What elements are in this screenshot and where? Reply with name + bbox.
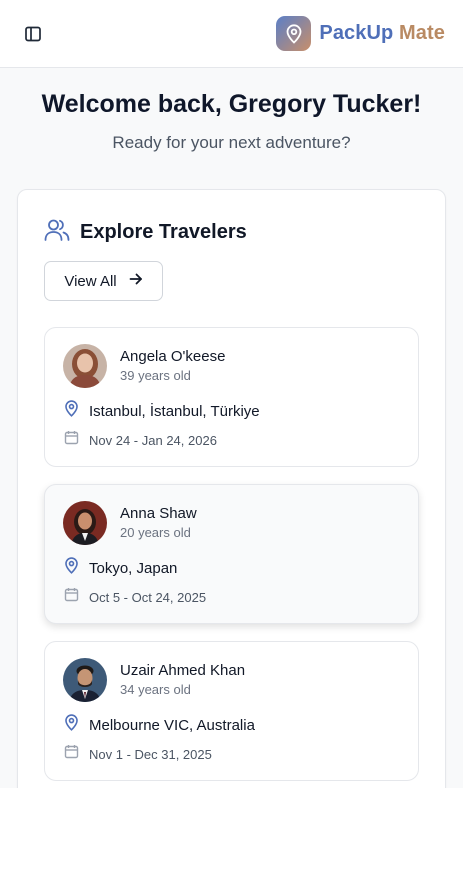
traveler-name: Uzair Ahmed Khan xyxy=(120,662,246,679)
traveler-location-row: Melbourne VIC, Australia xyxy=(64,714,400,736)
traveler-dates-row: Nov 1 - Dec 31, 2025 xyxy=(64,744,400,764)
traveler-dates: Oct 5 - Oct 24, 2025 xyxy=(89,589,207,605)
brand[interactable]: PackUp Mate xyxy=(276,16,445,51)
traveler-dates: Nov 1 - Dec 31, 2025 xyxy=(89,746,212,762)
panel-title: Explore Travelers xyxy=(80,221,247,243)
explore-travelers-panel: Explore Travelers View All Angela O'kees… xyxy=(17,189,446,788)
traveler-list: Angela O'keese 39 years old Istanbul, İs… xyxy=(44,327,419,781)
traveler-location-row: Istanbul, İstanbul, Türkiye xyxy=(64,400,400,422)
traveler-dates-row: Oct 5 - Oct 24, 2025 xyxy=(64,587,400,607)
map-pin-icon xyxy=(64,400,79,422)
calendar-icon xyxy=(64,430,79,450)
traveler-age: 34 years old xyxy=(120,682,191,697)
traveler-header: Angela O'keese 39 years old xyxy=(63,344,400,388)
traveler-location: Tokyo, Japan xyxy=(89,559,178,577)
avatar xyxy=(63,501,107,545)
welcome-section: Welcome back, Gregory Tucker! Ready for … xyxy=(0,68,463,154)
panel-header: Explore Travelers xyxy=(44,218,419,247)
traveler-age: 39 years old xyxy=(120,368,191,383)
sidebar-toggle-icon[interactable] xyxy=(22,23,44,45)
view-all-label: View All xyxy=(64,272,117,290)
traveler-location-row: Tokyo, Japan xyxy=(64,557,400,579)
traveler-dates-row: Nov 24 - Jan 24, 2026 xyxy=(64,430,400,450)
brand-name-part2: Mate xyxy=(399,22,445,44)
traveler-dates: Nov 24 - Jan 24, 2026 xyxy=(89,432,217,448)
avatar xyxy=(63,658,107,702)
arrow-right-icon xyxy=(129,272,143,290)
welcome-subtitle: Ready for your next adventure? xyxy=(112,133,351,152)
calendar-icon xyxy=(64,744,79,764)
traveler-header: Anna Shaw 20 years old xyxy=(63,501,400,545)
map-pin-icon xyxy=(64,714,79,736)
traveler-name: Angela O'keese xyxy=(120,348,226,365)
map-pin-icon xyxy=(276,16,312,51)
users-icon xyxy=(44,218,70,247)
traveler-header: Uzair Ahmed Khan 34 years old xyxy=(63,658,400,702)
traveler-name: Anna Shaw xyxy=(120,505,197,522)
top-header: PackUp Mate xyxy=(0,0,463,68)
traveler-card[interactable]: Angela O'keese 39 years old Istanbul, İs… xyxy=(44,327,419,467)
brand-name: PackUp Mate xyxy=(319,22,445,45)
traveler-location: Istanbul, İstanbul, Türkiye xyxy=(89,402,260,420)
view-all-button[interactable]: View All xyxy=(44,261,163,301)
traveler-location: Melbourne VIC, Australia xyxy=(89,716,255,734)
traveler-card[interactable]: Uzair Ahmed Khan 34 years old Melbourne … xyxy=(44,641,419,781)
avatar xyxy=(63,344,107,388)
brand-name-part1: PackUp xyxy=(319,22,394,44)
app-viewport: PackUp Mate Welcome back, Gregory Tucker… xyxy=(0,0,463,788)
traveler-card[interactable]: Anna Shaw 20 years old Tokyo, Japan Oct … xyxy=(44,484,419,624)
traveler-age: 20 years old xyxy=(120,525,191,540)
welcome-title: Welcome back, Gregory Tucker! xyxy=(41,90,422,118)
calendar-icon xyxy=(64,587,79,607)
map-pin-icon xyxy=(64,557,79,579)
